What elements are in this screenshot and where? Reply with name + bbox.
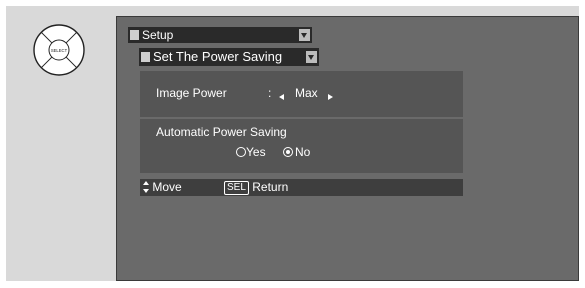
status-bar: Move SEL Return (140, 179, 463, 196)
arrow-right-icon[interactable] (328, 89, 333, 103)
option-no-label: No (295, 145, 311, 159)
up-down-arrow-icon (143, 181, 149, 193)
radio-selected-icon[interactable] (283, 147, 293, 157)
remote-dpad-icon: SELECT (33, 24, 85, 76)
move-hint: Move (143, 179, 182, 196)
image-power-separator: : (268, 86, 272, 100)
image-power-row[interactable]: Image Power : Max (140, 71, 463, 117)
radio-unselected-icon[interactable] (236, 147, 246, 157)
menu-cap-icon (141, 52, 150, 62)
sel-key-icon: SEL (224, 181, 249, 195)
move-label: Move (152, 180, 182, 194)
image-power-value: Max (295, 86, 318, 100)
setup-menu-bar[interactable]: Setup (128, 27, 312, 43)
auto-power-saving-label: Automatic Power Saving (156, 125, 287, 139)
power-saving-label: Set The Power Saving (153, 49, 283, 64)
menu-cap-icon (130, 30, 139, 40)
return-hint: SEL Return (224, 179, 288, 196)
dropdown-arrow-icon[interactable] (299, 29, 310, 41)
image-power-label: Image Power (156, 86, 227, 100)
return-label: Return (252, 180, 289, 194)
dropdown-arrow-icon[interactable] (306, 51, 317, 63)
option-no[interactable]: No (283, 145, 310, 159)
auto-power-saving-row: Automatic Power Saving Yes No (140, 119, 463, 173)
power-saving-menu-bar[interactable]: Set The Power Saving (139, 48, 319, 66)
select-key-label: SELECT (51, 48, 68, 53)
arrow-left-icon[interactable] (279, 89, 284, 103)
setup-label: Setup (142, 28, 174, 42)
option-yes[interactable]: Yes (236, 145, 266, 159)
option-yes-label: Yes (246, 145, 266, 159)
